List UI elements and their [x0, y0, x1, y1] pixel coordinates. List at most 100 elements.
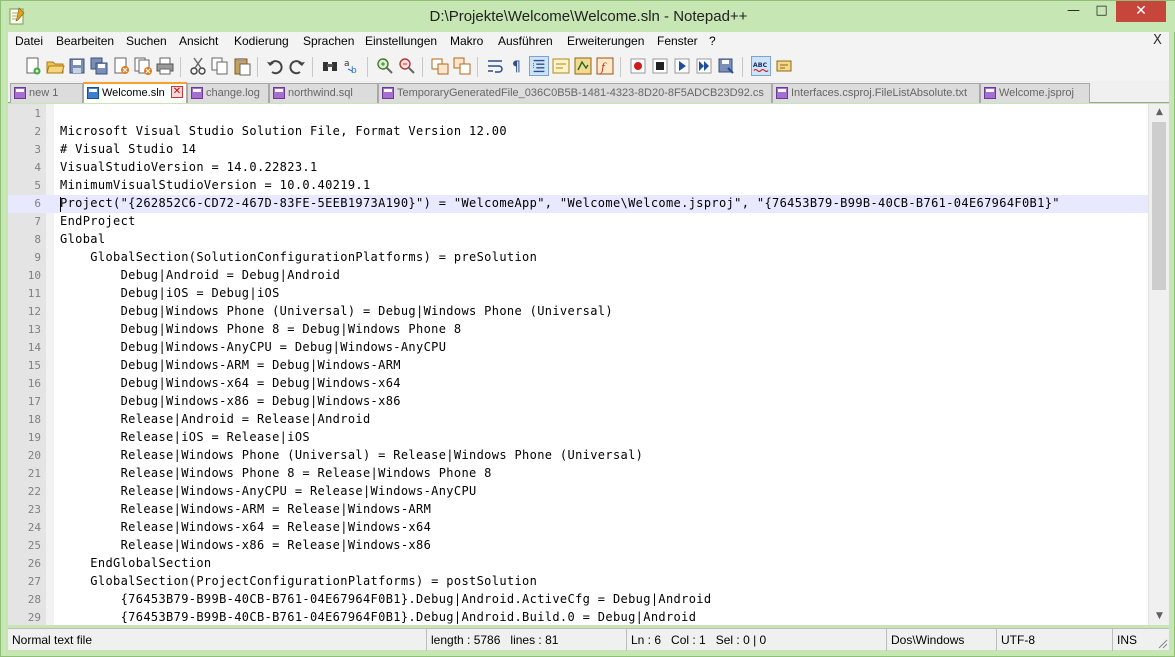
menu-ansicht[interactable]: Ansicht [179, 34, 218, 48]
editor-line[interactable]: 17 Debug|Windows-x86 = Debug|Windows-x86 [8, 393, 1148, 411]
editor-line[interactable]: 10 Debug|Android = Debug|Android [8, 267, 1148, 285]
resize-grip-icon[interactable] [1156, 637, 1168, 649]
editor-line[interactable]: 12 Debug|Windows Phone (Universal) = Deb… [8, 303, 1148, 321]
editor-line[interactable]: 26 EndGlobalSection [8, 555, 1148, 573]
zoom-in-icon[interactable] [375, 56, 395, 76]
close-tab-icon[interactable]: ✕ [171, 86, 183, 98]
vertical-scrollbar[interactable]: ▲ ▼ [1148, 104, 1169, 625]
undo-icon[interactable] [265, 56, 285, 76]
scroll-down-arrow-icon[interactable]: ▼ [1149, 608, 1169, 625]
menu-kodierung[interactable]: Kodierung [234, 34, 289, 48]
editor-line[interactable]: 2 Microsoft Visual Studio Solution File, … [8, 123, 1148, 141]
open-file-icon[interactable] [45, 56, 65, 76]
find-icon[interactable] [320, 56, 340, 76]
paste-icon[interactable] [232, 56, 252, 76]
play-macro-icon[interactable] [672, 56, 692, 76]
line-text[interactable]: Release|Windows-ARM = Release|Windows-AR… [60, 502, 431, 516]
line-text[interactable]: Debug|Windows Phone 8 = Debug|Windows Ph… [60, 322, 462, 336]
redo-icon[interactable] [287, 56, 307, 76]
spellcheck-icon[interactable]: ABC [751, 56, 771, 76]
user-lang-icon[interactable] [551, 56, 571, 76]
close-icon[interactable] [111, 56, 131, 76]
editor-line[interactable]: 27 GlobalSection(ProjectConfigurationPla… [8, 573, 1148, 591]
line-text[interactable]: Debug|Windows-x86 = Debug|Windows-x86 [60, 394, 401, 408]
spellcheck-settings-icon[interactable] [774, 56, 794, 76]
record-macro-icon[interactable] [628, 56, 648, 76]
save-icon[interactable] [67, 56, 87, 76]
menu-datei[interactable]: Datei [15, 34, 43, 48]
editor-line[interactable]: 29 {76453B79-B99B-40CB-B761-04E67964F0B1… [8, 609, 1148, 625]
editor-line[interactable]: 13 Debug|Windows Phone 8 = Debug|Windows… [8, 321, 1148, 339]
line-text[interactable]: GlobalSection(SolutionConfigurationPlatf… [60, 250, 537, 264]
editor-line[interactable]: 21 Release|Windows Phone 8 = Release|Win… [8, 465, 1148, 483]
tab-change-log[interactable]: change.log [187, 83, 269, 103]
editor-line[interactable]: 8 Global [8, 231, 1148, 249]
menu-makro[interactable]: Makro [450, 34, 483, 48]
copy-icon[interactable] [210, 56, 230, 76]
save-all-icon[interactable] [89, 56, 109, 76]
new-file-icon[interactable] [23, 56, 43, 76]
maximize-button[interactable]: □ [1088, 1, 1115, 22]
line-text[interactable]: EndProject [60, 214, 136, 228]
line-text[interactable]: Debug|Windows Phone (Universal) = Debug|… [60, 304, 613, 318]
menu-bearbeiten[interactable]: Bearbeiten [56, 34, 114, 48]
menu-help[interactable]: ? [709, 34, 716, 48]
editor-line[interactable]: 3 # Visual Studio 14 [8, 141, 1148, 159]
line-text[interactable]: Release|Windows Phone 8 = Release|Window… [60, 466, 492, 480]
stop-macro-icon[interactable] [650, 56, 670, 76]
word-wrap-icon[interactable] [485, 56, 505, 76]
title-bar[interactable]: D:\Projekte\Welcome\Welcome.sln - Notepa… [1, 1, 1175, 32]
sync-vertical-icon[interactable] [430, 56, 450, 76]
scrollbar-thumb[interactable] [1152, 122, 1166, 290]
tab-welcome-sln[interactable]: Welcome.sln ✕ [83, 82, 187, 103]
line-text[interactable]: Release|Windows-x86 = Release|Windows-x8… [60, 538, 431, 552]
editor-line[interactable]: 11 Debug|iOS = Debug|iOS [8, 285, 1148, 303]
tab-northwind-sql[interactable]: northwind.sql [269, 83, 378, 103]
menu-fenster[interactable]: Fenster [657, 34, 698, 48]
tab-temporary-generated-file[interactable]: TemporaryGeneratedFile_036C0B5B-1481-432… [378, 83, 772, 103]
line-text[interactable]: Global [60, 232, 105, 246]
line-text[interactable]: # Visual Studio 14 [60, 142, 196, 156]
line-text[interactable]: MinimumVisualStudioVersion = 10.0.40219.… [60, 178, 371, 192]
editor-line[interactable]: 23 Release|Windows-ARM = Release|Windows… [8, 501, 1148, 519]
editor-line[interactable]: 7 EndProject [8, 213, 1148, 231]
tab-new-1[interactable]: new 1 [10, 83, 83, 103]
editor-line[interactable]: 28 {76453B79-B99B-40CB-B761-04E67964F0B1… [8, 591, 1148, 609]
menu-suchen[interactable]: Suchen [126, 34, 167, 48]
menu-ausfuehren[interactable]: Ausführen [498, 34, 553, 48]
save-macro-icon[interactable] [716, 56, 736, 76]
close-window-button[interactable]: ✕ [1116, 1, 1166, 22]
line-text[interactable]: Debug|iOS = Debug|iOS [60, 286, 280, 300]
line-text[interactable]: {76453B79-B99B-40CB-B761-04E67964F0B1}.D… [60, 610, 696, 624]
text-editor[interactable]: 1 2 Microsoft Visual Studio Solution File,… [8, 104, 1169, 625]
cut-icon[interactable] [188, 56, 208, 76]
editor-line[interactable]: 6 Project("{262852C6-CD72-467D-83FE-5EEB1… [8, 195, 1148, 213]
print-icon[interactable] [155, 56, 175, 76]
menu-erweiterungen[interactable]: Erweiterungen [567, 34, 644, 48]
tab-welcome-jsproj[interactable]: Welcome.jsproj [980, 83, 1090, 103]
replace-icon[interactable]: ab [342, 56, 362, 76]
editor-line[interactable]: 18 Release|Android = Release|Android [8, 411, 1148, 429]
close-all-icon[interactable] [133, 56, 153, 76]
line-text[interactable]: GlobalSection(ProjectConfigurationPlatfo… [60, 574, 537, 588]
editor-line[interactable]: 19 Release|iOS = Release|iOS [8, 429, 1148, 447]
editor-line[interactable]: 9 GlobalSection(SolutionConfigurationPla… [8, 249, 1148, 267]
editor-line[interactable]: 22 Release|Windows-AnyCPU = Release|Wind… [8, 483, 1148, 501]
line-text[interactable]: Debug|Windows-AnyCPU = Debug|Windows-Any… [60, 340, 446, 354]
show-all-chars-icon[interactable]: ¶ [507, 56, 527, 76]
scroll-up-arrow-icon[interactable]: ▲ [1149, 104, 1169, 121]
editor-line[interactable]: 20 Release|Windows Phone (Universal) = R… [8, 447, 1148, 465]
editor-line[interactable]: 15 Debug|Windows-ARM = Debug|Windows-ARM [8, 357, 1148, 375]
close-document-button[interactable]: X [1153, 33, 1162, 48]
editor-line[interactable]: 24 Release|Windows-x64 = Release|Windows… [8, 519, 1148, 537]
sync-horizontal-icon[interactable] [452, 56, 472, 76]
function-list-icon[interactable]: f [595, 56, 615, 76]
editor-line[interactable]: 14 Debug|Windows-AnyCPU = Debug|Windows-… [8, 339, 1148, 357]
line-text[interactable]: Project("{262852C6-CD72-467D-83FE-5EEB19… [60, 196, 1060, 210]
editor-line[interactable]: 16 Debug|Windows-x64 = Debug|Windows-x64 [8, 375, 1148, 393]
editor-line[interactable]: 25 Release|Windows-x86 = Release|Windows… [8, 537, 1148, 555]
editor-line[interactable]: 5 MinimumVisualStudioVersion = 10.0.40219… [8, 177, 1148, 195]
line-text[interactable]: Debug|Windows-ARM = Debug|Windows-ARM [60, 358, 401, 372]
zoom-out-icon[interactable] [397, 56, 417, 76]
line-text[interactable]: Debug|Android = Debug|Android [60, 268, 340, 282]
